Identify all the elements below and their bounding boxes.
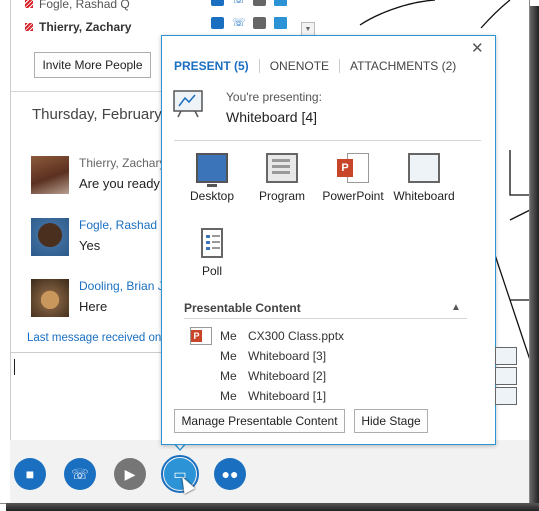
whiteboard-icon [408, 153, 440, 183]
presenting-value: Whiteboard [4] [226, 109, 318, 125]
content-owner: Me [220, 329, 237, 343]
participant-actions: ☏ [211, 17, 287, 29]
last-message-timestamp: Last message received on [27, 332, 162, 344]
screen-share-icon[interactable] [274, 0, 287, 6]
content-owner: Me [220, 369, 237, 383]
video-icon[interactable] [253, 17, 266, 29]
content-item[interactable]: Me CX300 Class.pptx [190, 326, 344, 346]
message-sender: Thierry, Zachary [79, 156, 166, 170]
popup-tabs: PRESENT (5) ONENOTE ATTACHMENTS (2) [174, 59, 476, 73]
message-sender[interactable]: Fogle, Rashad Q [79, 218, 170, 232]
participants-icon: ●● [221, 466, 239, 482]
present-popup: ✕ PRESENT (5) ONENOTE ATTACHMENTS (2) Yo… [161, 35, 517, 445]
video-button[interactable]: ▶ [114, 458, 146, 490]
content-name: CX300 Class.pptx [248, 329, 345, 343]
divider [174, 140, 481, 141]
video-icon: ▶ [124, 465, 136, 482]
chevron-up-icon[interactable]: ▲ [451, 302, 461, 313]
im-button[interactable]: ■ [14, 458, 46, 490]
content-name: Whiteboard [1] [248, 389, 327, 403]
window-shadow [530, 6, 539, 511]
whiteboard-icon [173, 90, 203, 118]
option-label: Poll [201, 264, 222, 278]
message-sender[interactable]: Dooling, Brian J [79, 279, 164, 293]
present-powerpoint-option[interactable]: P PowerPoint [316, 153, 390, 203]
manage-presentable-content-button[interactable]: Manage Presentable Content [174, 409, 345, 433]
tab-present[interactable]: PRESENT (5) [174, 59, 260, 73]
avatar[interactable] [31, 218, 69, 256]
content-item[interactable]: Me Whiteboard [2] [190, 366, 517, 386]
text-caret [14, 359, 15, 375]
avatar[interactable] [31, 156, 69, 194]
powerpoint-icon [190, 327, 212, 345]
poll-icon [201, 228, 223, 258]
content-owner: Me [220, 349, 237, 363]
im-icon: ■ [25, 466, 35, 482]
close-icon[interactable]: ✕ [471, 39, 484, 57]
call-icon[interactable]: ☏ [232, 0, 246, 6]
divider [184, 318, 467, 319]
option-label: Desktop [189, 189, 235, 203]
screen-share-icon[interactable] [274, 17, 287, 29]
video-icon[interactable] [253, 0, 266, 6]
im-icon[interactable] [211, 0, 224, 6]
call-icon[interactable]: ☏ [232, 17, 246, 29]
present-desktop-option[interactable]: Desktop [175, 153, 249, 203]
participant-name: Thierry, Zachary [39, 20, 132, 34]
content-item[interactable]: Me Whiteboard [1] [190, 386, 517, 406]
message-text: Yes [79, 238, 101, 253]
desktop-icon [196, 153, 228, 187]
content-owner: Me [220, 389, 237, 403]
participant-name: Fogle, Rashad Q [39, 0, 130, 11]
presentable-content-header: Presentable Content [184, 301, 301, 315]
tab-onenote[interactable]: ONENOTE [270, 59, 341, 73]
content-name: Whiteboard [3] [248, 349, 327, 363]
whiteboard-icon [495, 347, 517, 365]
present-poll-option[interactable]: Poll [175, 228, 249, 278]
message-text: Are you ready [79, 176, 160, 191]
do-not-disturb-icon [25, 23, 33, 31]
presenting-label: You're presenting: [226, 90, 322, 104]
participant-row[interactable]: Fogle, Rashad Q ☏ [25, 0, 287, 14]
option-label: Program [258, 189, 305, 203]
option-label: PowerPoint [322, 189, 384, 203]
call-icon: ☏ [71, 465, 89, 482]
whiteboard-icon [495, 387, 517, 405]
message-text: Here [79, 299, 108, 314]
present-program-option[interactable]: Program [245, 153, 319, 203]
call-button[interactable]: ☏ [64, 458, 96, 490]
hide-stage-button[interactable]: Hide Stage [354, 409, 428, 433]
window-shadow [6, 503, 539, 511]
participants-button[interactable]: ●● [214, 458, 246, 490]
im-icon[interactable] [211, 17, 224, 29]
avatar[interactable] [31, 279, 69, 317]
invite-more-people-button[interactable]: Invite More People [34, 52, 151, 78]
do-not-disturb-icon [25, 0, 33, 8]
program-icon [266, 153, 298, 183]
conversation-date: Thursday, February 1 [32, 106, 175, 123]
tab-attachments[interactable]: ATTACHMENTS (2) [350, 59, 466, 73]
content-item[interactable]: Me Whiteboard [3] [190, 346, 517, 366]
present-whiteboard-option[interactable]: Whiteboard [387, 153, 461, 203]
content-name: Whiteboard [2] [248, 369, 327, 383]
option-label: Whiteboard [393, 189, 455, 203]
whiteboard-icon [495, 367, 517, 385]
participant-actions: ☏ [211, 0, 287, 6]
participant-row[interactable]: Thierry, Zachary ☏ [25, 17, 287, 37]
powerpoint-icon: P [337, 153, 369, 183]
